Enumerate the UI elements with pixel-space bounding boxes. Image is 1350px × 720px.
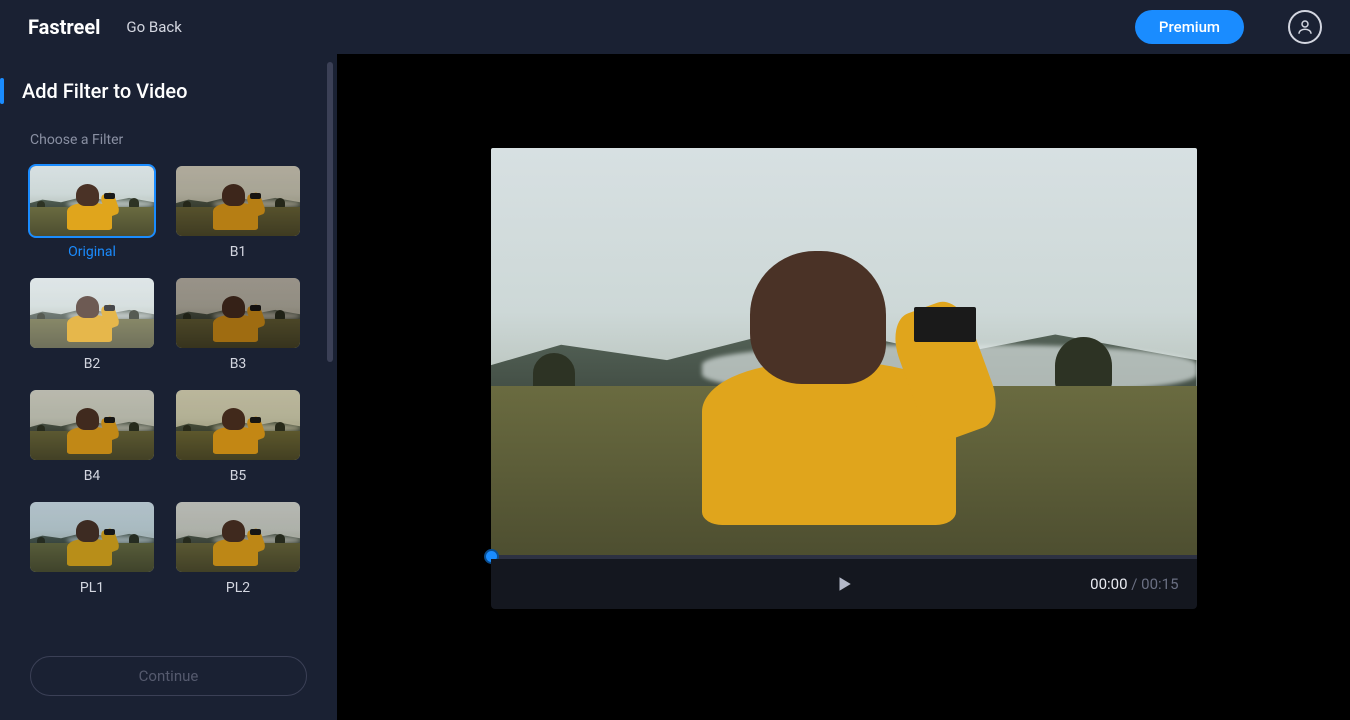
- filter-item-b4[interactable]: B4: [30, 390, 154, 484]
- filter-item-b3[interactable]: B3: [176, 278, 300, 372]
- sidebar-subtitle: Choose a Filter: [30, 132, 315, 148]
- filter-thumbnail: [30, 390, 154, 460]
- current-time: 00:00: [1090, 575, 1127, 593]
- filter-label: PL2: [176, 580, 300, 596]
- app-header: Fastreel Go Back Premium: [0, 0, 1350, 54]
- continue-button[interactable]: Continue: [30, 656, 307, 696]
- play-icon: [835, 574, 853, 594]
- filter-item-pl2[interactable]: PL2: [176, 502, 300, 596]
- user-avatar-button[interactable]: [1288, 10, 1322, 44]
- sidebar-scrollbar[interactable]: [327, 62, 333, 630]
- filter-item-pl1[interactable]: PL1: [30, 502, 154, 596]
- filter-item-b5[interactable]: B5: [176, 390, 300, 484]
- logo: Fastreel: [28, 15, 100, 39]
- time-display: 00:00 / 00:15: [1090, 575, 1178, 593]
- go-back-link[interactable]: Go Back: [126, 18, 181, 36]
- sidebar-title: Add Filter to Video: [22, 79, 187, 103]
- filter-label: PL1: [30, 580, 154, 596]
- duration: 00:15: [1141, 575, 1178, 593]
- video-preview[interactable]: [491, 148, 1197, 558]
- filter-thumbnail: [176, 390, 300, 460]
- filter-item-b1[interactable]: B1: [176, 166, 300, 260]
- filter-thumbnail: [176, 502, 300, 572]
- filter-label: B1: [176, 244, 300, 260]
- filter-thumbnail: [30, 278, 154, 348]
- filter-label: B3: [176, 356, 300, 372]
- filter-item-original[interactable]: Original: [30, 166, 154, 260]
- premium-button[interactable]: Premium: [1135, 10, 1244, 44]
- filter-label: Original: [30, 244, 154, 260]
- filter-grid: Original B1 B2 B3 B4 B5 PL1 PL2: [30, 166, 315, 596]
- filter-thumbnail: [30, 166, 154, 236]
- filter-thumbnail: [30, 502, 154, 572]
- title-accent-bar: [0, 78, 4, 104]
- filter-label: B5: [176, 468, 300, 484]
- filter-label: B4: [30, 468, 154, 484]
- filter-thumbnail: [176, 166, 300, 236]
- video-player: 00:00 / 00:15: [491, 148, 1197, 609]
- filter-sidebar: Add Filter to Video Choose a Filter Orig…: [0, 54, 337, 720]
- player-controls: 00:00 / 00:15: [491, 559, 1197, 609]
- filter-label: B2: [30, 356, 154, 372]
- filter-thumbnail: [176, 278, 300, 348]
- user-icon: [1296, 18, 1314, 36]
- play-button[interactable]: [827, 567, 861, 601]
- filter-item-b2[interactable]: B2: [30, 278, 154, 372]
- video-stage: 00:00 / 00:15: [337, 54, 1350, 720]
